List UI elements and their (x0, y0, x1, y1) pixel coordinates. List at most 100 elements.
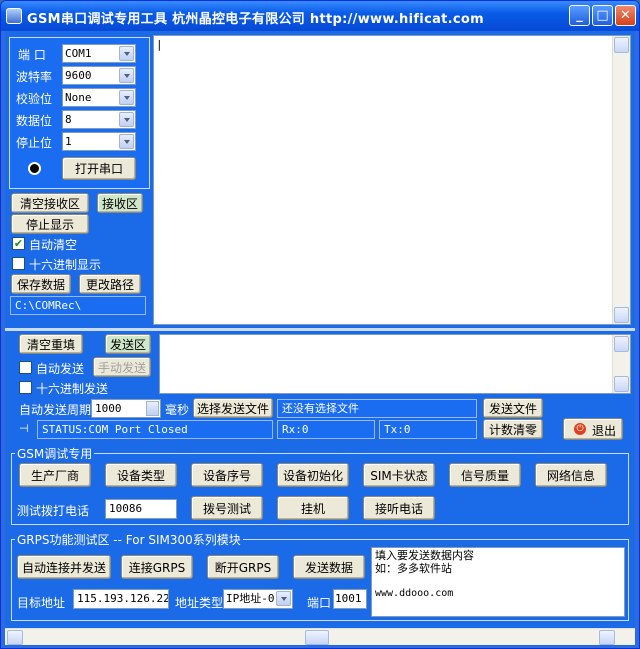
hangup-button[interactable]: 挂机 (277, 496, 349, 520)
device-serial-button[interactable]: 设备序号 (191, 463, 263, 487)
dial-number-input[interactable]: 10086 (105, 499, 177, 519)
serial-settings-panel: 端 口 COM1 波特率 9600 校验位 None 数据位 8 停止位 1 打… (9, 37, 150, 189)
receive-textarea[interactable]: | (153, 35, 631, 325)
parity-select[interactable]: None (62, 88, 136, 107)
send-period-label: 自动发送周期 (19, 403, 92, 417)
title-bar[interactable]: GSM串口调试专用工具 杭州晶控电子有限公司 http://www.hifica… (1, 1, 639, 31)
dial-test-button[interactable]: 拨号测试 (191, 496, 263, 520)
stop-display-button[interactable]: 停止显示 (11, 214, 89, 234)
send-textarea[interactable] (159, 334, 631, 394)
port-select[interactable]: COM1 (62, 44, 136, 63)
exit-button[interactable]: ⏻ 退出 (563, 418, 623, 440)
address-type-label: 地址类型 (175, 596, 224, 610)
sim-status-button[interactable]: SIM卡状态 (363, 463, 435, 487)
disconnect-grps-button[interactable]: 断开GRPS (207, 555, 279, 579)
target-address-input[interactable]: 115.193.126.228 (73, 589, 169, 609)
answer-call-button[interactable]: 接听电话 (363, 496, 435, 520)
save-data-button[interactable]: 保存数据 (11, 274, 71, 294)
client-area: 端 口 COM1 波特率 9600 校验位 None 数据位 8 停止位 1 打… (5, 31, 635, 646)
main-window: GSM串口调试专用工具 杭州晶控电子有限公司 http://www.hifica… (0, 0, 640, 649)
exit-label: 退出 (592, 424, 617, 438)
minimize-button[interactable]: _ (569, 5, 590, 26)
receive-area-button[interactable]: 接收区 (97, 193, 143, 213)
send-data-button[interactable]: 发送数据 (293, 555, 365, 579)
parity-value: None (65, 91, 92, 104)
power-icon: ⏻ (574, 423, 586, 435)
hex-send-checkbox[interactable] (19, 381, 32, 394)
hex-display-checkbox[interactable] (12, 257, 25, 270)
device-type-button[interactable]: 设备类型 (105, 463, 177, 487)
grps-port-label: 端口 (307, 596, 332, 610)
gsm-group-title: GSM调试专用 (15, 445, 95, 462)
close-button[interactable]: ✕ (615, 5, 636, 26)
spinner-icon[interactable] (146, 401, 159, 416)
scroll-right-icon[interactable] (599, 630, 615, 645)
choose-send-file-button[interactable]: 选择发送文件 (193, 398, 273, 418)
chevron-down-icon[interactable] (119, 46, 134, 61)
file-status: 还没有选择文件 (277, 399, 477, 418)
hex-display-label: 十六进制显示 (29, 258, 102, 272)
scroll-thumb[interactable] (305, 630, 329, 645)
chevron-down-icon[interactable] (276, 591, 291, 606)
text-cursor: | (156, 38, 163, 51)
signal-quality-button[interactable]: 信号质量 (449, 463, 521, 487)
pin-icon: ⊣ (19, 422, 29, 435)
port-value: COM1 (65, 47, 92, 60)
send-scrollbar[interactable] (612, 335, 630, 393)
ms-label: 毫秒 (165, 403, 190, 417)
send-area-button[interactable]: 发送区 (105, 334, 151, 354)
target-address-label: 目标地址 (17, 596, 66, 610)
count-clear-button[interactable]: 计数清零 (483, 419, 543, 439)
address-type-value: IP地址-0 (226, 592, 275, 605)
grps-group-title: GRPS功能测试区 -- For SIM300系列模块 (15, 531, 243, 548)
network-info-button[interactable]: 网络信息 (535, 463, 607, 487)
chevron-down-icon[interactable] (119, 112, 134, 127)
section-divider (5, 328, 635, 331)
device-init-button[interactable]: 设备初始化 (277, 463, 349, 487)
address-type-select[interactable]: IP地址-0 (223, 589, 293, 609)
auto-clear-checkbox[interactable]: ✔ (12, 237, 25, 250)
auto-send-checkbox[interactable] (19, 361, 32, 374)
auto-send-label: 自动发送 (36, 362, 85, 376)
chevron-down-icon[interactable] (119, 134, 134, 149)
grps-content-textarea[interactable]: 填入要发送数据内容 如：多多软件站 www.ddooo.com (371, 547, 625, 617)
parity-label: 校验位 (16, 92, 53, 106)
send-period-input[interactable]: 1000 (91, 399, 161, 418)
databits-select[interactable]: 8 (62, 110, 136, 129)
stopbits-label: 停止位 (16, 136, 53, 150)
chevron-down-icon[interactable] (119, 68, 134, 83)
baud-select[interactable]: 9600 (62, 66, 136, 85)
send-period-value: 1000 (95, 402, 122, 415)
scroll-left-icon[interactable] (7, 630, 23, 645)
manual-send-button[interactable]: 手动发送 (93, 357, 151, 377)
stopbits-value: 1 (65, 135, 72, 148)
scroll-up-icon[interactable] (614, 336, 629, 352)
open-port-button[interactable]: 打开串口 (62, 157, 136, 180)
manufacturer-button[interactable]: 生产厂商 (19, 463, 91, 487)
horizontal-scrollbar[interactable] (5, 628, 635, 645)
clear-receive-button[interactable]: 清空接收区 (11, 193, 89, 213)
databits-value: 8 (65, 113, 72, 126)
scroll-down-icon[interactable] (614, 376, 629, 392)
change-path-button[interactable]: 更改路径 (79, 274, 141, 294)
window-title: GSM串口调试专用工具 杭州晶控电子有限公司 http://www.hifica… (27, 12, 484, 27)
app-icon (6, 8, 22, 24)
grps-port-input[interactable]: 1001 (333, 589, 367, 609)
maximize-button[interactable]: □ (592, 5, 613, 26)
clear-send-button[interactable]: 清空重填 (19, 334, 83, 354)
scroll-down-icon[interactable] (614, 307, 629, 323)
status-bar: STATUS:COM Port Closed (37, 420, 273, 439)
send-file-button[interactable]: 发送文件 (483, 398, 543, 418)
chevron-down-icon[interactable] (119, 90, 134, 105)
auto-clear-label: 自动清空 (29, 238, 78, 252)
receive-path: C:\COMRec\ (10, 296, 146, 315)
baud-label: 波特率 (16, 70, 53, 84)
stopbits-select[interactable]: 1 (62, 132, 136, 151)
content-line-1: 填入要发送数据内容 (375, 549, 474, 562)
connect-grps-button[interactable]: 连接GRPS (121, 555, 193, 579)
content-line-3: www.ddooo.com (375, 588, 454, 599)
receive-scrollbar[interactable] (612, 36, 630, 324)
auto-connect-send-button[interactable]: 自动连接并发送 (17, 555, 111, 579)
scroll-up-icon[interactable] (614, 37, 629, 53)
dial-label: 测试拨打电话 (17, 504, 90, 518)
